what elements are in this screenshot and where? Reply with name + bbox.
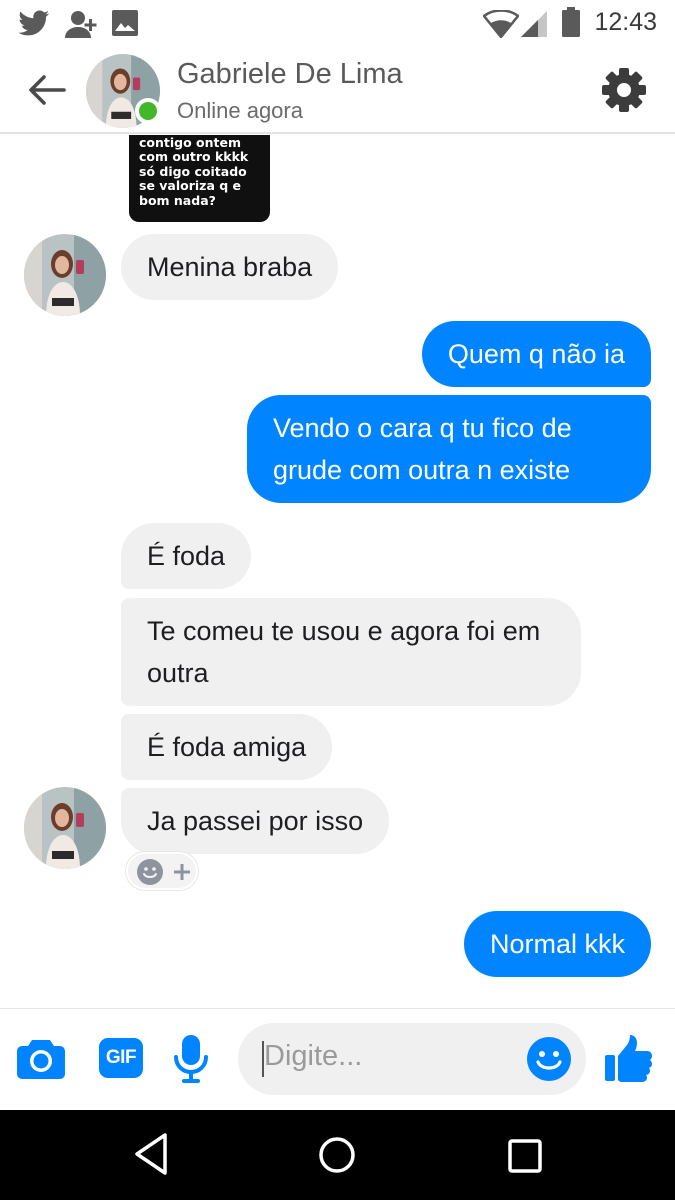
- incoming-message[interactable]: Te comeu te usou e agora foi em outra: [121, 598, 581, 706]
- gif-button[interactable]: GIF: [99, 1038, 143, 1078]
- smiley-reaction-icon: [137, 859, 163, 885]
- microphone-icon[interactable]: [173, 1033, 209, 1085]
- emoji-icon[interactable]: [526, 1036, 572, 1082]
- conversation-header: Gabriele De Lima Online agora: [0, 48, 675, 134]
- contact-status: Online agora: [177, 98, 303, 123]
- nav-home-icon[interactable]: [318, 1136, 356, 1174]
- gif-icon: GIF: [105, 1047, 137, 1068]
- twitter-icon: [18, 10, 50, 36]
- back-arrow-icon[interactable]: [24, 68, 70, 112]
- outgoing-message[interactable]: Vendo o cara q tu fico de grude com outr…: [247, 395, 651, 503]
- contact-avatar-small[interactable]: [24, 234, 106, 316]
- message-input-placeholder: Digite...: [264, 1040, 363, 1072]
- signal-icon: [521, 11, 547, 37]
- plus-icon: [174, 864, 190, 880]
- add-reaction-button[interactable]: [126, 852, 198, 890]
- online-status-dot: [135, 98, 161, 124]
- avatar-photo: [24, 234, 106, 316]
- system-navigation-bar: [0, 1110, 675, 1200]
- contact-avatar-small[interactable]: [24, 787, 106, 869]
- outgoing-message[interactable]: Quem q não ia: [421, 321, 651, 387]
- nav-recents-icon[interactable]: [507, 1138, 543, 1174]
- status-bar: 12:43: [0, 0, 675, 48]
- incoming-message[interactable]: É foda amiga: [121, 714, 333, 780]
- clock-time: 12:43: [594, 8, 657, 36]
- message-list[interactable]: agarrada contigo ontem com outro kkkk só…: [0, 135, 675, 1008]
- camera-icon[interactable]: [16, 1036, 66, 1080]
- outgoing-message[interactable]: Normal kkk: [463, 911, 651, 977]
- nav-back-icon[interactable]: [132, 1132, 170, 1176]
- image-icon: [112, 10, 138, 36]
- message-composer: GIF Digite...: [0, 1008, 675, 1110]
- battery-icon: [562, 7, 580, 37]
- gear-icon[interactable]: [599, 65, 649, 115]
- thumbs-up-icon[interactable]: [603, 1033, 653, 1083]
- message-input[interactable]: Digite...: [238, 1023, 586, 1095]
- incoming-message[interactable]: Ja passei por isso: [121, 788, 390, 854]
- incoming-message[interactable]: É foda: [121, 523, 252, 589]
- wifi-icon: [483, 10, 519, 38]
- contact-name[interactable]: Gabriele De Lima: [177, 58, 403, 91]
- shared-image-message[interactable]: agarrada contigo ontem com outro kkkk só…: [129, 135, 270, 222]
- add-contact-icon: [65, 11, 97, 38]
- avatar-photo: [24, 787, 106, 869]
- incoming-message[interactable]: Menina braba: [121, 234, 339, 300]
